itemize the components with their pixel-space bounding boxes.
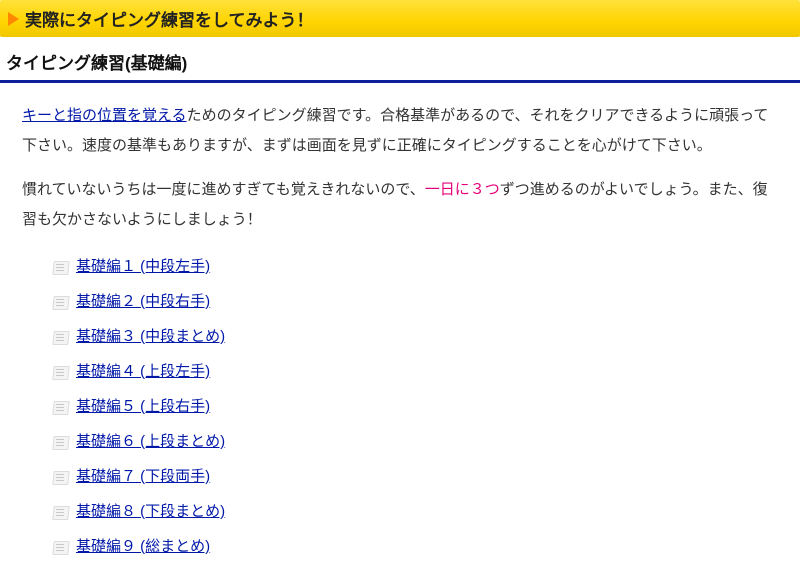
triangle-icon <box>8 12 19 26</box>
lesson-link-8[interactable]: 基礎編８ (下段まとめ) <box>76 498 225 525</box>
document-icon <box>52 399 70 415</box>
advice-paragraph: 慣れていないうちは一度に進めすぎても覚えきれないので、一日に３つずつ進めるのがよ… <box>22 175 778 235</box>
lesson-link-6[interactable]: 基礎編６ (上段まとめ) <box>76 428 225 455</box>
lesson-link-3[interactable]: 基礎編３ (中段まとめ) <box>76 323 225 350</box>
list-item: 基礎編８ (下段まとめ) <box>52 494 778 529</box>
document-icon <box>52 294 70 310</box>
document-icon <box>52 469 70 485</box>
list-item: 基礎編４ (上段左手) <box>52 354 778 389</box>
list-item: 基礎編１ (中段左手) <box>52 249 778 284</box>
key-position-link[interactable]: キーと指の位置を覚える <box>22 107 187 124</box>
list-item: 基礎編２ (中段右手) <box>52 284 778 319</box>
list-item: 基礎編５ (上段右手) <box>52 389 778 424</box>
banner-title: 実際にタイピング練習をしてみよう！ <box>25 6 314 31</box>
list-item: 基礎編９ (総まとめ) <box>52 529 778 564</box>
lesson-link-1[interactable]: 基礎編１ (中段左手) <box>76 253 210 280</box>
content-area: キーと指の位置を覚えるためのタイピング練習です。合格基準があるので、それをクリア… <box>0 101 800 584</box>
section-subhead: タイピング練習(基礎編) <box>0 45 800 83</box>
lesson-list: 基礎編１ (中段左手) 基礎編２ (中段右手) 基礎編３ (中段まとめ) 基礎編… <box>22 249 778 564</box>
advice-highlight: 一日に３つ <box>425 181 500 198</box>
list-item: 基礎編６ (上段まとめ) <box>52 424 778 459</box>
section-banner: 実際にタイピング練習をしてみよう！ <box>0 0 800 37</box>
lesson-link-7[interactable]: 基礎編７ (下段両手) <box>76 463 210 490</box>
document-icon <box>52 434 70 450</box>
list-item: 基礎編７ (下段両手) <box>52 459 778 494</box>
document-icon <box>52 329 70 345</box>
lesson-link-2[interactable]: 基礎編２ (中段右手) <box>76 288 210 315</box>
list-item: 基礎編３ (中段まとめ) <box>52 319 778 354</box>
intro-paragraph: キーと指の位置を覚えるためのタイピング練習です。合格基準があるので、それをクリア… <box>22 101 778 161</box>
advice-before: 慣れていないうちは一度に進めすぎても覚えきれないので、 <box>22 181 425 198</box>
lesson-link-9[interactable]: 基礎編９ (総まとめ) <box>76 533 210 560</box>
document-icon <box>52 504 70 520</box>
document-icon <box>52 539 70 555</box>
document-icon <box>52 259 70 275</box>
document-icon <box>52 364 70 380</box>
lesson-link-4[interactable]: 基礎編４ (上段左手) <box>76 358 210 385</box>
lesson-link-5[interactable]: 基礎編５ (上段右手) <box>76 393 210 420</box>
